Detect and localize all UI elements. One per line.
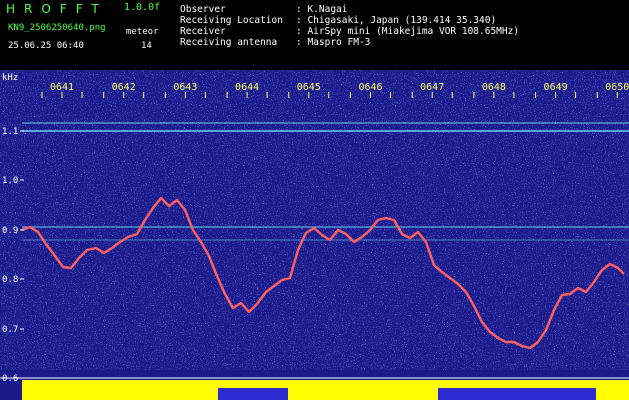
x-tick-label: 0641 [50,82,74,93]
receiver-label: Receiver [180,26,226,37]
y-tick-label: 0.6 [2,374,18,384]
location-label: Receiving Location [180,15,283,26]
observer-value: : K.Nagai [296,4,348,15]
header-panel: HROFFT 1.0.0f KN9_2506250640.png meteor … [0,0,629,70]
meteor-label: meteor [126,27,159,37]
y-unit-label: kHz [2,73,19,83]
filename-label: KN9_2506250640.png [8,23,106,33]
location-value: : Chigasaki, Japan (139.414 35.340) [296,15,497,26]
y-tick-label: 1.1 [2,127,18,137]
x-tick-label: 0643 [173,82,197,93]
x-tick-label: 0650 [605,82,629,93]
receiver-value: : AirSpy mini (Miakejima VOR 108.65MHz) [296,26,520,37]
x-tick-label: 0649 [544,82,568,93]
noise-floor-gap-2 [438,388,596,400]
antenna-value: : Maspro FM-3 [296,37,371,48]
y-tick-label: 0.9 [2,226,18,236]
y-tick-label: 1.0 [2,176,18,186]
x-tick-label: 0647 [420,82,444,93]
observer-label: Observer [180,4,226,15]
noise-texture [0,70,629,370]
x-tick-label: 0648 [482,82,506,93]
y-tick-label: 0.8 [2,275,18,285]
app-title: HROFFT [6,2,108,16]
y-tick-label: 0.7 [2,325,18,335]
version-label: 1.0.0f [124,2,161,13]
datetime-label: 25.06.25 06:40 [8,41,84,51]
x-tick-label: 0642 [112,82,136,93]
noise-floor-gap-1 [218,388,288,400]
x-tick-label: 0644 [235,82,259,93]
x-tick-label: 0646 [358,82,382,93]
meteor-count: 14 [141,41,152,51]
x-tick-label: 0645 [297,82,321,93]
spectrogram: 1.1 1.0 0.9 0.8 0.7 0.6 0641 0642 0643 0644 0645 0… [0,70,629,400]
antenna-label: Receiving antenna [180,37,278,48]
